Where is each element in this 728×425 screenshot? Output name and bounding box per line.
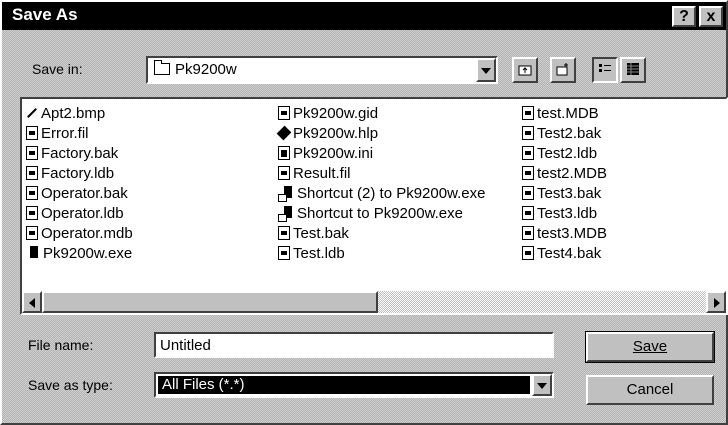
- scroll-left-button[interactable]: [22, 291, 42, 313]
- cancel-button[interactable]: Cancel: [586, 375, 714, 405]
- file-icon: [278, 166, 290, 180]
- list-item[interactable]: Test.ldb: [278, 243, 485, 263]
- details-view-button[interactable]: [620, 57, 646, 83]
- file-icon: [522, 146, 534, 160]
- close-button[interactable]: x: [699, 6, 723, 27]
- list-item[interactable]: Test2.bak: [522, 123, 607, 143]
- file-icon: [522, 246, 534, 260]
- save-in-label: Save in:: [32, 61, 83, 77]
- list-item[interactable]: Apt2.bmp: [26, 103, 133, 123]
- file-icon: [26, 226, 38, 240]
- scrollbar-thumb[interactable]: [42, 291, 378, 313]
- dialog-title: Save As: [12, 5, 78, 24]
- list-item[interactable]: Pk9200w.ini: [278, 143, 485, 163]
- list-item[interactable]: Shortcut (2) to Pk9200w.exe: [278, 183, 485, 203]
- create-new-folder-button[interactable]: [550, 57, 576, 83]
- file-icon: [522, 206, 534, 220]
- list-item[interactable]: Test2.ldb: [522, 143, 607, 163]
- list-item[interactable]: Operator.bak: [26, 183, 133, 203]
- file-icon: [26, 206, 38, 220]
- file-icon: [26, 126, 38, 140]
- list-item[interactable]: Shortcut to Pk9200w.exe: [278, 203, 485, 223]
- list-item[interactable]: Error.fil: [26, 123, 133, 143]
- save-as-type-value: All Files (*.*): [162, 376, 245, 393]
- list-item[interactable]: Factory.ldb: [26, 163, 133, 183]
- scroll-right-button[interactable]: [706, 291, 726, 313]
- save-as-type-dropdown-button[interactable]: [532, 374, 552, 396]
- save-as-type-label: Save as type:: [28, 377, 113, 393]
- save-as-type-dropdown[interactable]: All Files (*.*): [154, 372, 554, 398]
- list-item[interactable]: Test.bak: [278, 223, 485, 243]
- up-one-level-button[interactable]: [512, 57, 538, 83]
- file-icon: [278, 246, 290, 260]
- file-list[interactable]: Apt2.bmp Error.fil Factory.bak Factory.l…: [20, 97, 728, 315]
- exe-icon: [26, 246, 40, 260]
- list-item[interactable]: Operator.mdb: [26, 223, 133, 243]
- help-button[interactable]: ?: [672, 6, 696, 27]
- list-item[interactable]: Pk9200w.gid: [278, 103, 485, 123]
- file-column-2: Pk9200w.gid Pk9200w.hlp Pk9200w.ini Resu…: [276, 103, 485, 263]
- shortcut-icon: [278, 186, 294, 202]
- save-in-dropdown[interactable]: Pk9200w: [146, 56, 498, 84]
- list-item[interactable]: Pk9200w.hlp: [276, 123, 485, 143]
- save-as-dialog: Save As ? x Save in: Pk9200w Apt2.bmp Er…: [0, 0, 728, 425]
- list-item[interactable]: test.MDB: [522, 103, 607, 123]
- horizontal-scrollbar[interactable]: [22, 291, 726, 313]
- help-file-icon: [276, 125, 292, 141]
- list-item[interactable]: Test3.bak: [522, 183, 607, 203]
- save-in-dropdown-button[interactable]: [476, 58, 496, 82]
- save-in-value: Pk9200w: [175, 61, 237, 78]
- file-icon: [522, 166, 534, 180]
- list-item[interactable]: Test3.ldb: [522, 203, 607, 223]
- file-icon: [278, 106, 290, 120]
- list-view-icon: [599, 64, 611, 72]
- file-icon: [26, 166, 38, 180]
- list-item[interactable]: Test4.bak: [522, 243, 607, 263]
- file-icon: [522, 186, 534, 200]
- bitmap-icon: [26, 106, 38, 120]
- list-item[interactable]: Result.fil: [278, 163, 485, 183]
- chevron-down-icon: [537, 383, 547, 389]
- folder-icon: [154, 60, 170, 75]
- list-view-button[interactable]: [592, 57, 618, 83]
- file-icon: [522, 226, 534, 240]
- list-item[interactable]: test2.MDB: [522, 163, 607, 183]
- new-folder-icon: [556, 63, 568, 76]
- file-column-1: Apt2.bmp Error.fil Factory.bak Factory.l…: [26, 103, 133, 263]
- list-item[interactable]: Pk9200w.exe: [26, 243, 133, 263]
- list-item[interactable]: Factory.bak: [26, 143, 133, 163]
- file-column-3: test.MDB Test2.bak Test2.ldb test2.MDB T…: [522, 103, 607, 263]
- folder-up-icon: [518, 65, 532, 76]
- details-view-icon: [627, 63, 639, 75]
- shortcut-icon: [278, 206, 294, 222]
- save-button[interactable]: Save: [585, 331, 715, 363]
- file-name-input[interactable]: [154, 332, 554, 358]
- file-name-label: File name:: [28, 337, 94, 353]
- file-icon: [522, 126, 534, 140]
- file-icon: [278, 226, 290, 240]
- chevron-down-icon: [481, 68, 491, 74]
- list-item[interactable]: test3.MDB: [522, 223, 607, 243]
- file-icon: [522, 106, 534, 120]
- title-bar[interactable]: Save As ? x: [2, 2, 726, 30]
- file-icon: [26, 146, 38, 160]
- file-icon: [26, 186, 38, 200]
- list-item[interactable]: Operator.ldb: [26, 203, 133, 223]
- ini-file-icon: [278, 146, 290, 160]
